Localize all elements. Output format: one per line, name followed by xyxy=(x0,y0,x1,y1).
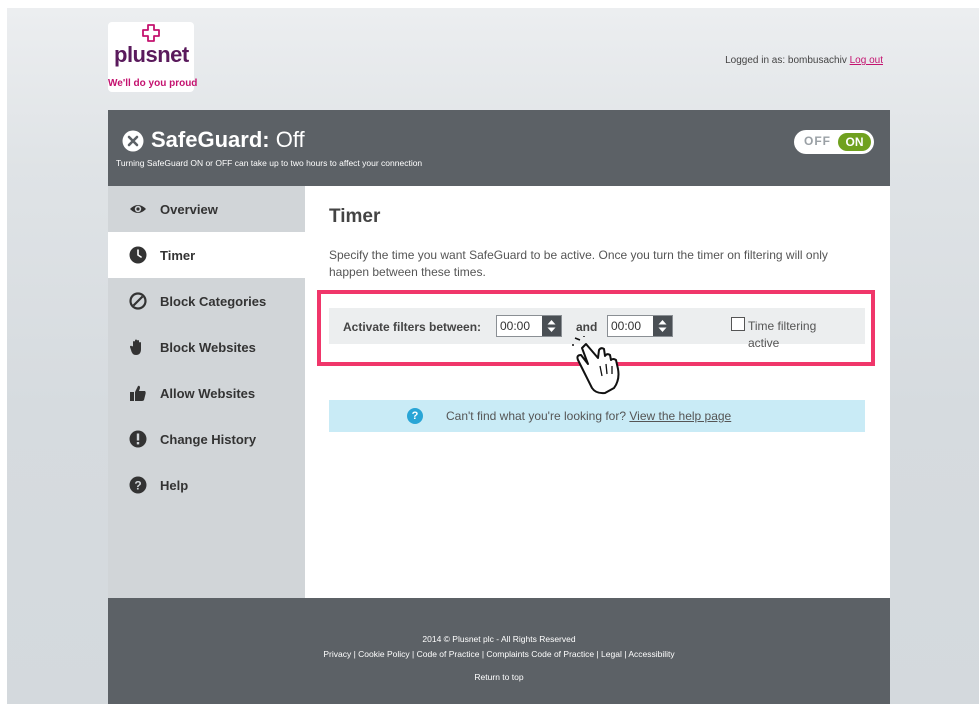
sidebar-item-label: Block Websites xyxy=(160,339,256,355)
exclamation-icon xyxy=(129,430,147,448)
sidebar-item-label: Help xyxy=(160,477,189,493)
page-description: Specify the time you want SafeGuard to b… xyxy=(329,248,828,279)
sidebar-item-block-categories[interactable]: Block Categories xyxy=(108,278,305,324)
return-to-top-link[interactable]: Return to top xyxy=(108,672,890,682)
sidebar-item-label: Overview xyxy=(160,201,218,217)
banner-title: SafeGuard: Off xyxy=(151,127,305,153)
help-prompt: Can't find what you're looking for? xyxy=(446,409,627,423)
sidebar-item-label: Block Categories xyxy=(160,293,267,309)
sidebar-item-change-history[interactable]: Change History xyxy=(108,416,305,462)
banner-subtitle: Turning SafeGuard ON or OFF can take up … xyxy=(116,158,423,168)
hand-stop-icon xyxy=(129,339,141,355)
banner-title-state: Off xyxy=(275,127,305,152)
sidebar-item-label: Allow Websites xyxy=(160,385,256,401)
prohibited-icon xyxy=(129,292,147,310)
clock-icon xyxy=(129,246,147,264)
help-question-icon: ? xyxy=(407,408,423,424)
sidebar-item-overview[interactable]: Overview xyxy=(108,186,305,232)
login-status: Logged in as: bombusachiv Log out xyxy=(725,55,883,66)
logo-wordmark: plusnet xyxy=(114,42,189,67)
safeguard-toggle[interactable]: OFF ON xyxy=(794,130,874,154)
toggle-off-label: OFF xyxy=(804,134,831,148)
thumbs-up-icon xyxy=(130,385,146,401)
footer-link-code-of-practice[interactable]: Code of Practice xyxy=(417,649,480,659)
footer-copyright: 2014 © Plusnet plc - All Rights Reserved xyxy=(422,634,576,644)
footer-link-legal[interactable]: Legal xyxy=(601,649,622,659)
hand-pointer-cursor-icon xyxy=(572,336,620,395)
toggle-on-label: ON xyxy=(838,133,871,151)
sidebar-item-block-websites[interactable]: Block Websites xyxy=(108,324,305,370)
footer-links: Privacy | Cookie Policy | Code of Practi… xyxy=(323,649,675,659)
help-bar: ? Can't find what you're looking for? Vi… xyxy=(329,400,865,432)
footer-link-complaints[interactable]: Complaints Code of Practice xyxy=(486,649,594,659)
footer-link-privacy[interactable]: Privacy xyxy=(323,649,351,659)
footer-link-cookie-policy[interactable]: Cookie Policy xyxy=(358,649,410,659)
sidebar-item-label: Timer xyxy=(160,247,196,263)
safeguard-banner: SafeGuard: Off Turning SafeGuard ON or O… xyxy=(108,110,890,186)
sidebar: Overview Timer Block Categories Block We… xyxy=(108,186,305,598)
banner-title-prefix: SafeGuard: xyxy=(151,127,270,152)
footer-link-accessibility[interactable]: Accessibility xyxy=(628,649,674,659)
sidebar-item-timer[interactable]: Timer xyxy=(108,232,305,278)
eye-icon xyxy=(130,205,146,213)
sidebar-item-help[interactable]: ? Help xyxy=(108,462,305,508)
svg-text:?: ? xyxy=(134,479,141,493)
logo-tagline: We'll do you proud xyxy=(108,78,198,89)
plus-cross-icon xyxy=(142,24,160,42)
help-text: Can't find what you're looking for? View… xyxy=(446,409,731,423)
logout-link[interactable]: Log out xyxy=(850,55,883,66)
footer: 2014 © Plusnet plc - All Rights Reserved… xyxy=(108,598,890,704)
question-icon: ? xyxy=(129,476,147,494)
sidebar-item-label: Change History xyxy=(160,431,257,447)
close-circle-icon xyxy=(122,130,144,152)
help-page-link[interactable]: View the help page xyxy=(629,409,731,423)
plusnet-logo[interactable]: plusnet We'll do you proud xyxy=(108,22,198,92)
sidebar-item-allow-websites[interactable]: Allow Websites xyxy=(108,370,305,416)
page-title: Timer xyxy=(329,206,381,227)
logged-in-text: Logged in as: bombusachiv xyxy=(725,55,847,66)
